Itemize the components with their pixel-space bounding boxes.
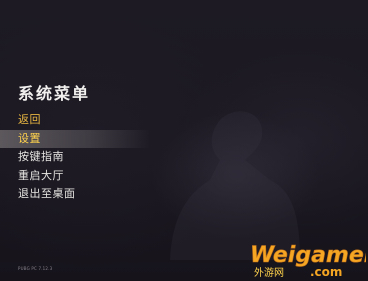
weigamer-watermark-logo: Weigamer 外游网 .com <box>250 243 366 279</box>
menu-item-exit-desktop[interactable]: 退出至桌面 <box>0 185 200 204</box>
menu-item-settings[interactable]: 设置 <box>0 129 200 148</box>
system-menu: 返回 设置 按键指南 重启大厅 退出至桌面 <box>0 111 200 204</box>
svg-text:外游网: 外游网 <box>254 266 284 279</box>
menu-item-return[interactable]: 返回 <box>0 111 200 130</box>
version-text: PUBG PC 7.12.3 <box>18 266 53 271</box>
menu-item-restart-lobby[interactable]: 重启大厅 <box>0 167 200 186</box>
menu-item-key-guide[interactable]: 按键指南 <box>0 148 200 167</box>
svg-text:.com: .com <box>310 265 342 279</box>
menu-title: 系统菜单 <box>18 84 91 103</box>
svg-text:Weigamer: Weigamer <box>250 243 366 268</box>
